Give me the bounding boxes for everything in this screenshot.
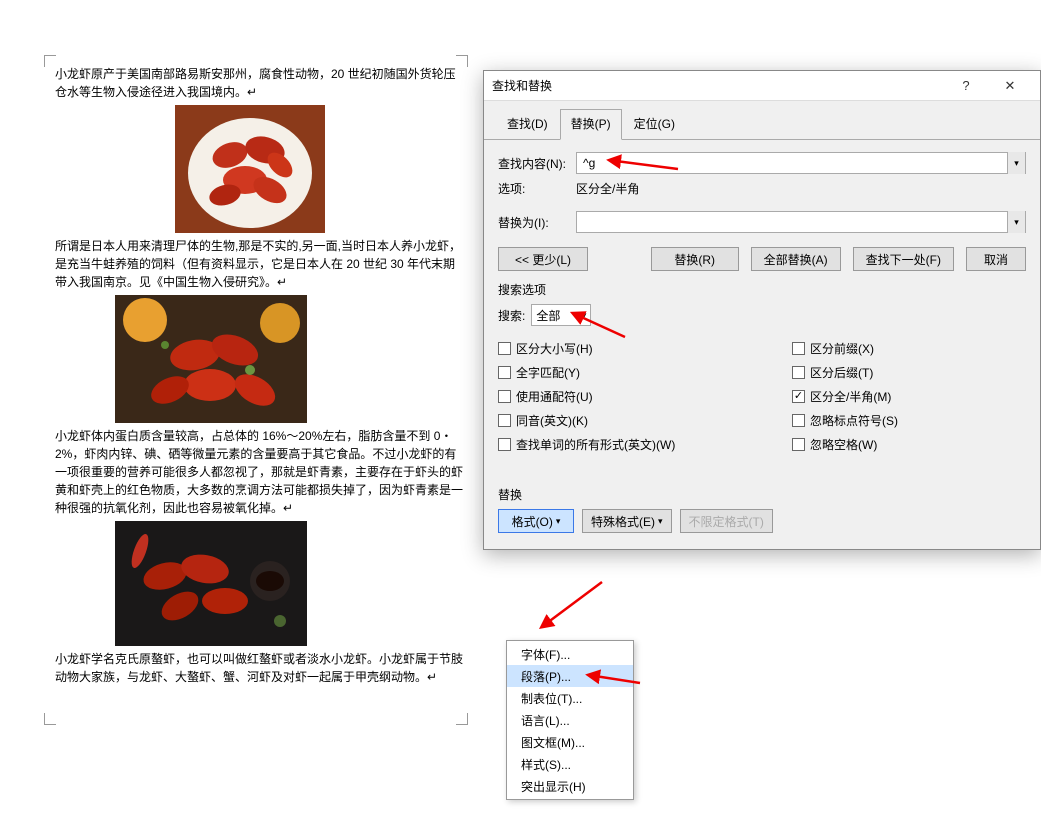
cb-word-forms[interactable]: 查找单词的所有形式(英文)(W) xyxy=(498,432,732,456)
cb-ignore-punct[interactable]: 忽略标点符号(S) xyxy=(792,408,1026,432)
menu-paragraph[interactable]: 段落(P)... xyxy=(507,665,633,687)
menu-language[interactable]: 语言(L)... xyxy=(507,709,633,731)
menu-tabs[interactable]: 制表位(T)... xyxy=(507,687,633,709)
menu-font[interactable]: 字体(F)... xyxy=(507,643,633,665)
replace-input[interactable] xyxy=(577,215,1007,229)
paragraph[interactable]: 小龙虾体内蛋白质含量较高，占总体的 16%～20%左右，脂肪含量不到 0・2%，… xyxy=(55,427,465,517)
format-menu: 字体(F)... 段落(P)... 制表位(T)... 语言(L)... 图文框… xyxy=(506,640,634,800)
image-crayfish-1[interactable] xyxy=(175,105,325,233)
titlebar[interactable]: 查找和替换 ? ✕ xyxy=(484,71,1040,101)
replace-all-button[interactable]: 全部替换(A) xyxy=(751,247,841,271)
replace-button[interactable]: 替换(R) xyxy=(651,247,739,271)
format-button[interactable]: 格式(O)▾ xyxy=(498,509,574,533)
cb-whole-word[interactable]: 全字匹配(Y) xyxy=(498,360,732,384)
paragraph[interactable]: 小龙虾原产于美国南部路易斯安那州，腐食性动物，20 世纪初随国外货轮压仓水等生物… xyxy=(55,65,465,101)
replace-dropdown[interactable]: ▾ xyxy=(1007,211,1025,233)
paragraph[interactable]: 小龙虾学名克氏原螯虾，也可以叫做红螯虾或者淡水小龙虾。小龙虾属于节肢动物大家族，… xyxy=(55,650,465,686)
menu-highlight[interactable]: 突出显示(H) xyxy=(507,775,633,797)
find-label: 查找内容(N): xyxy=(498,155,576,172)
cb-wildcards[interactable]: 使用通配符(U) xyxy=(498,384,732,408)
cb-suffix[interactable]: 区分后缀(T) xyxy=(792,360,1026,384)
menu-style[interactable]: 样式(S)... xyxy=(507,753,633,775)
image-crayfish-3[interactable] xyxy=(115,521,307,646)
cb-ignore-space[interactable]: 忽略空格(W) xyxy=(792,432,1026,456)
cb-full-half[interactable]: 区分全/半角(M) xyxy=(792,384,1026,408)
special-button[interactable]: 特殊格式(E)▾ xyxy=(582,509,672,533)
help-button[interactable]: ? xyxy=(944,71,988,101)
search-direction-label: 搜索: xyxy=(498,307,525,324)
options-value: 区分全/半角 xyxy=(576,180,639,197)
tabs: 查找(D) 替换(P) 定位(G) xyxy=(484,101,1040,140)
replace-section-label: 替换 xyxy=(498,486,1026,503)
menu-frame[interactable]: 图文框(M)... xyxy=(507,731,633,753)
less-button[interactable]: << 更少(L) xyxy=(498,247,588,271)
cb-sounds-like[interactable]: 同音(英文)(K) xyxy=(498,408,732,432)
find-dropdown[interactable]: ▾ xyxy=(1007,152,1025,174)
tab-goto[interactable]: 定位(G) xyxy=(623,109,686,139)
search-options-label: 搜索选项 xyxy=(498,281,1026,298)
document-body: 小龙虾原产于美国南部路易斯安那州，腐食性动物，20 世纪初随国外货轮压仓水等生物… xyxy=(0,0,560,748)
cancel-button[interactable]: 取消 xyxy=(966,247,1026,271)
close-button[interactable]: ✕ xyxy=(988,71,1032,101)
tab-replace[interactable]: 替换(P) xyxy=(560,109,622,140)
dialog-title: 查找和替换 xyxy=(492,77,944,94)
tab-find[interactable]: 查找(D) xyxy=(496,109,559,139)
options-label: 选项: xyxy=(498,180,576,197)
find-next-button[interactable]: 查找下一处(F) xyxy=(853,247,954,271)
no-format-button[interactable]: 不限定格式(T) xyxy=(680,509,773,533)
replace-label: 替换为(I): xyxy=(498,214,576,231)
search-direction-select[interactable]: 全部▾ xyxy=(531,304,591,326)
image-crayfish-2[interactable] xyxy=(115,295,307,423)
paragraph[interactable]: 所谓是日本人用来清理尸体的生物,那是不实的,另一面,当时日本人养小龙虾，是充当牛… xyxy=(55,237,465,291)
cb-match-case[interactable]: 区分大小写(H) xyxy=(498,336,732,360)
cb-prefix[interactable]: 区分前缀(X) xyxy=(792,336,1026,360)
find-replace-dialog: 查找和替换 ? ✕ 查找(D) 替换(P) 定位(G) 查找内容(N): ▾ 选… xyxy=(483,70,1041,550)
find-input[interactable] xyxy=(577,156,1007,170)
